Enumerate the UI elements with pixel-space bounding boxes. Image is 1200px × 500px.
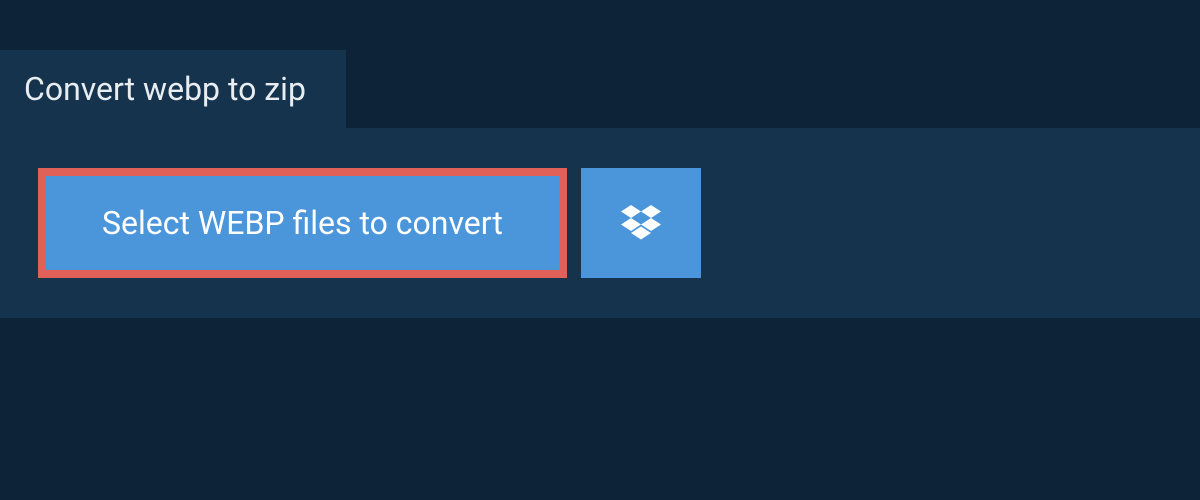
page-title: Convert webp to zip <box>24 70 306 108</box>
select-files-button[interactable]: Select WEBP files to convert <box>38 168 567 278</box>
button-row: Select WEBP files to convert <box>38 168 1162 278</box>
main-panel: Select WEBP files to convert <box>0 128 1200 318</box>
dropbox-button[interactable] <box>581 168 701 278</box>
tab-header: Convert webp to zip <box>0 50 346 128</box>
select-files-button-label: Select WEBP files to convert <box>102 204 503 242</box>
dropbox-icon <box>621 203 661 243</box>
